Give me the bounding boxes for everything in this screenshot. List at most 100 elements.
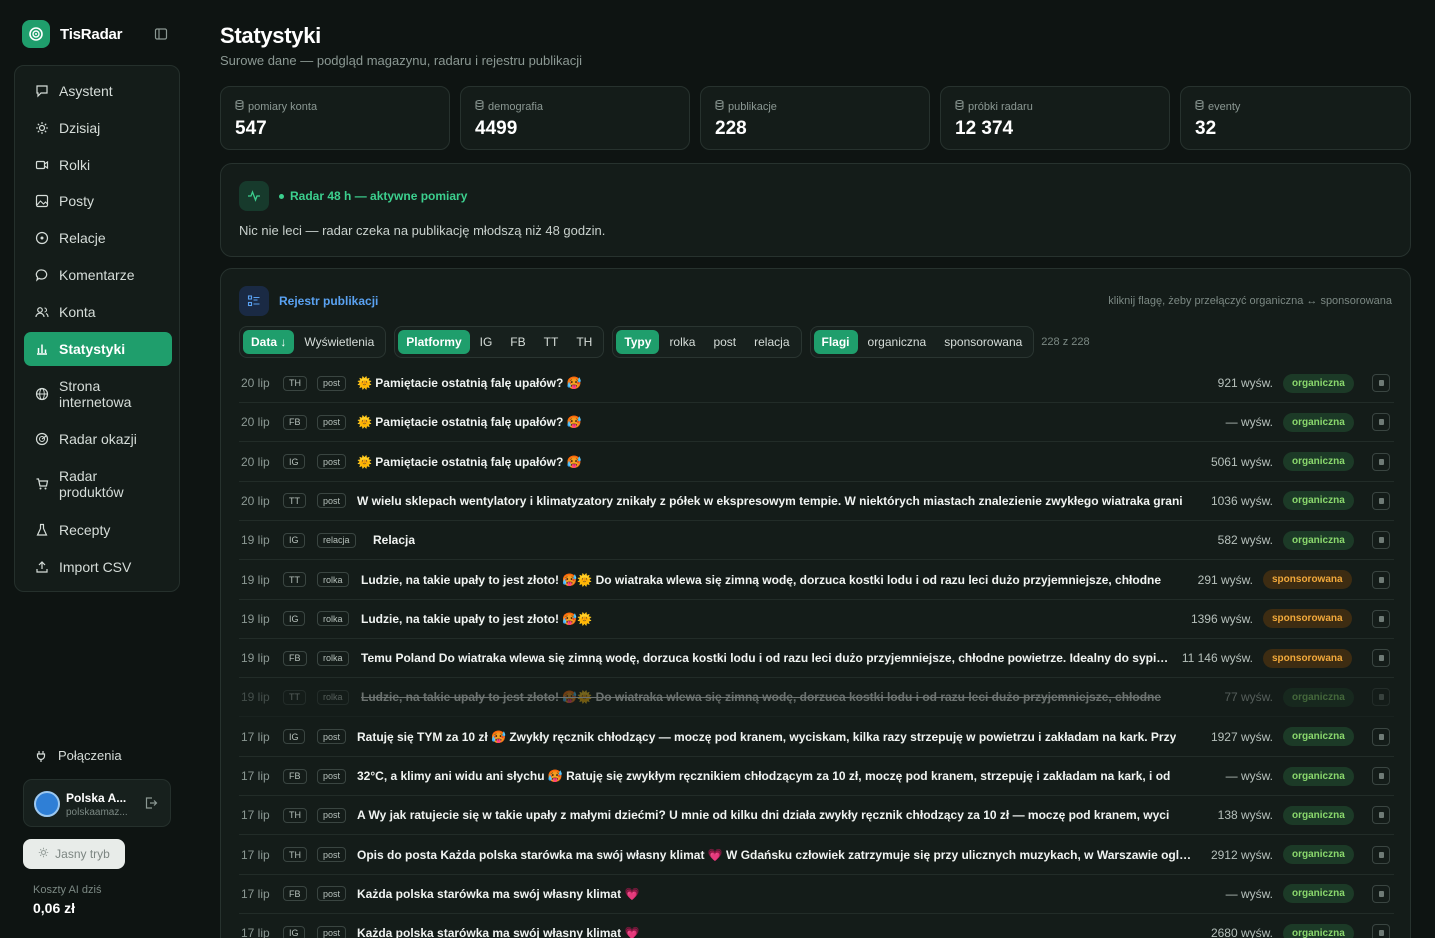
row-delete-button[interactable] [1372,884,1390,903]
sidebar-item-radar-okazji[interactable]: Radar okazji [24,422,172,456]
sidebar-item-relacje[interactable]: Relacje [24,221,172,255]
row-date: 17 lip [241,769,270,783]
sort-date-button[interactable]: Data ↓ [243,330,295,354]
row-delete-button[interactable] [1372,924,1390,938]
light-mode-button[interactable]: Jasny tryb [23,839,125,869]
row-platform-badge: IG [283,729,305,745]
sidebar-item-label: Rolki [59,157,91,173]
row-text[interactable]: 🌞 Pamiętacie ostatnią falę upałów? 🥵 [357,415,582,429]
row-text[interactable]: Ludzie, na takie upały to jest złoto! 🥵🌞… [361,573,1161,587]
row-type-badge: rolka [317,611,349,627]
row-flag-toggle[interactable]: sponsorowana [1263,570,1352,589]
sidebar-collapse-icon[interactable] [154,27,168,41]
sidebar-item-label: Konta [59,304,96,320]
row-delete-button[interactable] [1372,491,1390,510]
result-count: 228 z 228 [1041,336,1090,348]
row-delete-button[interactable] [1372,767,1390,785]
row-delete-button[interactable] [1372,727,1390,746]
row-delete-button[interactable] [1372,845,1390,864]
row-type-badge: post [317,729,347,745]
row-delete-button[interactable] [1372,452,1390,471]
sidebar-item-import-csv[interactable]: Import CSV [24,550,172,584]
row-flag-toggle[interactable]: organiczna [1283,766,1354,786]
sidebar-item-label: Import CSV [59,559,132,575]
row-flag-toggle[interactable]: organiczna [1283,373,1354,393]
row-views: 2912 wyśw. [1210,847,1273,862]
row-delete-button[interactable] [1372,531,1390,550]
row-text[interactable]: Ratuję się TYM za 10 zł 🥵 Zwykły ręcznik… [357,730,1176,744]
row-views: 1927 wyśw. [1210,729,1273,744]
row-views: 1036 wyśw. [1210,493,1273,508]
light-mode-label: Jasny tryb [55,847,110,861]
video-icon [35,158,49,172]
type-reel-button[interactable]: rolka [661,330,703,354]
row-delete-button[interactable] [1372,374,1390,392]
cart-icon [35,477,49,491]
row-delete-button[interactable] [1372,649,1390,668]
row-flag-toggle[interactable]: organiczna [1283,884,1354,904]
sidebar-item-strona-internetowa[interactable]: Strona internetowa [24,373,172,415]
row-flag-toggle[interactable]: organiczna [1283,530,1354,550]
platform-th-button[interactable]: TH [568,330,600,354]
row-text[interactable]: W wielu sklepach wentylatory i klimatyza… [357,494,1183,508]
logout-icon[interactable] [144,796,158,810]
connections-link[interactable]: Połączenia [34,748,122,763]
trash-icon [1378,497,1384,504]
row-text[interactable]: 🌞 Pamiętacie ostatnią falę upałów? 🥵 [357,455,582,469]
row-flag-toggle[interactable]: organiczna [1283,491,1354,511]
type-post-button[interactable]: post [705,330,744,354]
row-flag-toggle[interactable]: organiczna [1283,805,1354,825]
row-text[interactable]: Opis do posta Każda polska starówka ma s… [357,848,1193,862]
row-flag-toggle[interactable]: sponsorowana [1263,648,1352,668]
table-row: 20 lip IG post 🌞 Pamiętacie ostatnią fal… [239,443,1394,482]
row-delete-button[interactable] [1372,413,1390,432]
sort-views-button[interactable]: Wyświetlenia [296,330,382,354]
row-text[interactable]: Każda polska starówka ma swój własny kli… [357,887,639,901]
row-flag-toggle[interactable]: organiczna [1283,727,1354,747]
row-delete-button[interactable] [1372,570,1390,589]
flag-organic-button[interactable]: organiczna [860,330,935,354]
row-flag-toggle[interactable]: organiczna [1283,412,1354,432]
account-card[interactable]: Polska A... polskaamaz... [23,779,171,827]
platform-all-button[interactable]: Platformy [398,330,470,354]
row-text[interactable]: 32°C, a klimy ani widu ani słychu 🥵 Ratu… [357,769,1170,783]
row-text[interactable]: Każda polska starówka ma swój własny kli… [357,926,639,938]
sidebar-item-konta[interactable]: Konta [24,295,172,329]
row-text[interactable]: Relacja [373,533,415,547]
row-flag-toggle[interactable]: organiczna [1283,923,1354,938]
type-story-button[interactable]: relacja [746,330,797,354]
flag-sponsored-button[interactable]: sponsorowana [936,330,1030,354]
row-flag-toggle[interactable]: organiczna [1283,845,1354,865]
sidebar-item-label: Statystyki [59,341,126,357]
row-text[interactable]: 🌞 Pamiętacie ostatnią falę upałów? 🥵 [357,376,582,390]
row-text[interactable]: A Wy jak ratujecie się w takie upały z m… [357,808,1169,822]
row-flag-toggle[interactable]: organiczna [1283,687,1354,707]
row-delete-button[interactable] [1372,688,1390,707]
sidebar-item-posty[interactable]: Posty [24,184,172,218]
sidebar-item-komentarze[interactable]: Komentarze [24,258,172,292]
row-text[interactable]: Ludzie, na takie upały to jest złoto! 🥵🌞 [361,612,592,626]
sidebar-item-asystent[interactable]: Asystent [24,74,172,108]
type-all-button[interactable]: Typy [616,330,660,354]
sidebar-item-recepty[interactable]: Recepty [24,513,172,547]
sidebar-item-radar-produktow[interactable]: Radar produktów [24,463,172,505]
row-type-badge: post [317,375,347,391]
brand[interactable]: TisRadar [22,20,123,48]
row-text[interactable]: Temu Poland Do wiatraka wlewa się zimną … [361,651,1173,665]
flag-all-button[interactable]: Flagi [813,330,858,354]
row-text[interactable]: Ludzie, na takie upały to jest złoto! 🥵🌞… [361,690,1161,704]
platform-fb-button[interactable]: FB [502,330,533,354]
sidebar-item-statystyki[interactable]: Statystyki [24,332,172,366]
row-delete-button[interactable] [1372,806,1390,825]
platform-ig-button[interactable]: IG [472,330,501,354]
row-delete-button[interactable] [1372,609,1390,628]
row-flag-toggle[interactable]: sponsorowana [1263,609,1352,629]
sidebar-item-rolki[interactable]: Rolki [24,148,172,182]
platform-tt-button[interactable]: TT [536,330,567,354]
stat-label: pomiary konta [248,100,318,113]
row-flag-toggle[interactable]: organiczna [1283,452,1354,472]
ai-cost-value: 0,06 zł [33,900,76,916]
radar-logo-icon [22,20,50,48]
stat-card-events: eventy 32 [1180,86,1411,150]
sidebar-item-dzisiaj[interactable]: Dzisiaj [24,111,172,145]
